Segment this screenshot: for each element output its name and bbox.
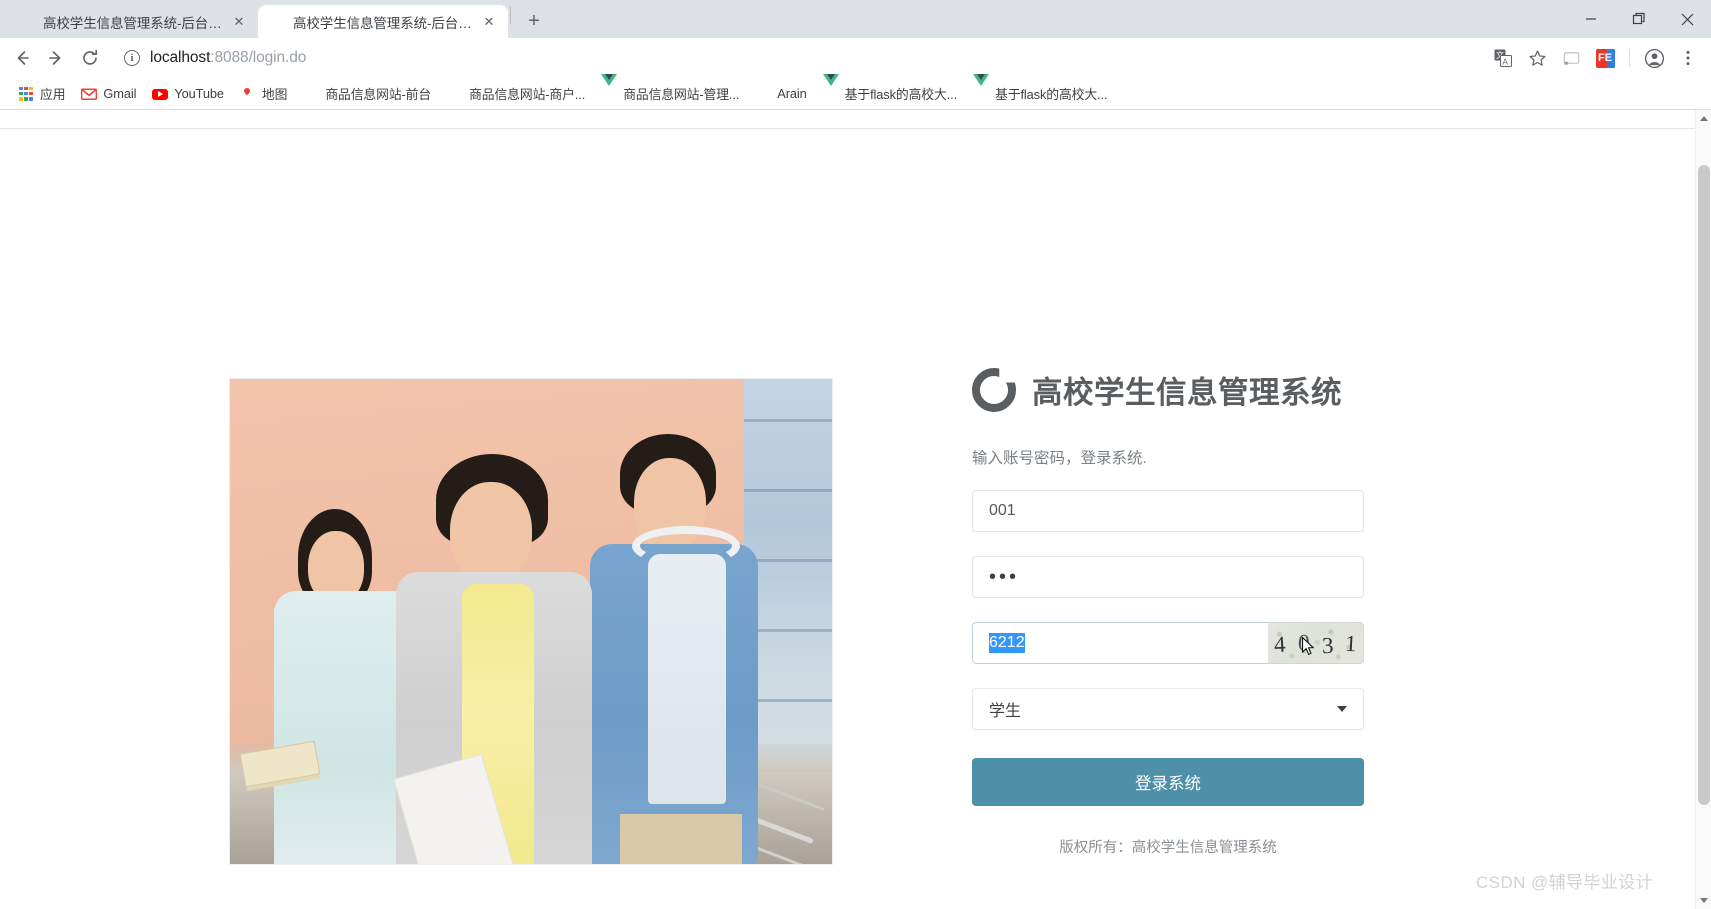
- vue-icon: [973, 73, 990, 102]
- role-select-value: 学生: [989, 703, 1022, 720]
- url-host: localhost: [150, 49, 211, 66]
- copyright-text: 版权所有：高校学生信息管理系统: [1059, 840, 1277, 856]
- bookmark-label: 商品信息网站-商户...: [469, 87, 586, 102]
- google-maps-icon: [240, 86, 256, 102]
- bookmark-label: 商品信息网站-前台: [325, 87, 432, 102]
- toolbar-divider: [1629, 49, 1630, 67]
- profile-avatar-icon[interactable]: [1639, 43, 1669, 73]
- bookmark-label: Arain: [777, 86, 807, 101]
- bookmark-label: 应用: [40, 87, 66, 102]
- chevron-down-icon: [1337, 706, 1347, 712]
- page-title: 高校学生信息管理系统: [1032, 376, 1342, 411]
- leaf-icon: [18, 13, 35, 30]
- scrollbar-thumb[interactable]: [1698, 165, 1710, 805]
- hero-photo: [229, 378, 833, 865]
- globe-icon: [447, 86, 463, 102]
- svg-text:A: A: [1503, 58, 1509, 67]
- browser-tab-1[interactable]: 高校学生信息管理系统-后台登录 ✕: [8, 5, 258, 38]
- browser-window: 高校学生信息管理系统-后台登录 ✕ 高校学生信息管理系统-后台登录 ✕ + i …: [0, 0, 1711, 909]
- bookmark-label: 基于flask的高校大...: [844, 87, 958, 102]
- toolbar-actions: 文 A FE: [1488, 43, 1703, 73]
- tab-title: 高校学生信息管理系统-后台登录: [43, 15, 222, 31]
- new-tab-button[interactable]: +: [519, 6, 549, 36]
- menu-kebab-icon[interactable]: [1673, 43, 1703, 73]
- captcha-digit: 3: [1321, 632, 1334, 658]
- bookmark-flask-2[interactable]: 基于flask的高校大...: [965, 73, 1115, 106]
- captcha-digit: 1: [1344, 630, 1358, 656]
- translate-icon[interactable]: 文 A: [1488, 43, 1518, 73]
- login-page: 高校学生信息管理系统 输入账号密码，登录系统. 001 ••• 6212 4 0: [0, 110, 1695, 909]
- browser-toolbar: i localhost:8088/login.do 文 A FE: [0, 38, 1711, 78]
- page-top-divider: [0, 128, 1695, 129]
- login-subtitle: 输入账号密码，登录系统.: [972, 450, 1147, 467]
- tab-close-icon[interactable]: ✕: [230, 13, 248, 31]
- captcha-input[interactable]: 6212: [972, 622, 1268, 664]
- captcha-value: 6212: [989, 633, 1025, 653]
- username-value: 001: [989, 502, 1016, 519]
- maximize-icon[interactable]: [1615, 0, 1663, 38]
- extension-badge-label: FE: [1597, 52, 1613, 64]
- globe-icon: [755, 86, 771, 102]
- youtube-icon: [152, 86, 169, 102]
- bookmark-gmail[interactable]: Gmail: [73, 83, 144, 105]
- url-text: localhost:8088/login.do: [150, 49, 306, 67]
- mouse-cursor-icon: [1302, 637, 1314, 656]
- scrollbar-down-arrow-icon[interactable]: [1700, 898, 1708, 903]
- username-input[interactable]: 001: [972, 490, 1364, 532]
- bookmark-shop-admin[interactable]: 商品信息网站-管理...: [593, 73, 747, 106]
- gmail-icon: [81, 86, 98, 102]
- vue-icon: [601, 73, 618, 102]
- url-path: :8088/login.do: [210, 49, 307, 66]
- page-scrollbar[interactable]: [1695, 110, 1711, 909]
- bookmark-youtube[interactable]: YouTube: [144, 83, 232, 105]
- bookmark-label: 商品信息网站-管理...: [623, 87, 740, 102]
- tab-title: 高校学生信息管理系统-后台登录: [293, 15, 472, 31]
- back-arrow-icon[interactable]: [6, 42, 38, 74]
- cast-icon[interactable]: [1556, 43, 1586, 73]
- vue-icon: [822, 73, 839, 102]
- scrollbar-up-arrow-icon[interactable]: [1700, 116, 1708, 121]
- captcha-image[interactable]: 4 0 3 1: [1268, 622, 1364, 664]
- bookmark-shop-front[interactable]: 商品信息网站-前台: [295, 81, 439, 106]
- bookmarks-bar: 应用 Gmail YouTube 地图 商品信息网站-前台 商品信息网站-商户.…: [0, 73, 1711, 110]
- window-controls: [1567, 0, 1711, 38]
- site-info-icon[interactable]: i: [124, 50, 140, 66]
- circular-arc-logo-icon: [972, 368, 1016, 412]
- tab-strip: 高校学生信息管理系统-后台登录 ✕ 高校学生信息管理系统-后台登录 ✕ +: [0, 0, 1711, 38]
- login-button[interactable]: 登录系统: [972, 758, 1364, 806]
- tab-close-icon[interactable]: ✕: [480, 13, 498, 31]
- brand-header: 高校学生信息管理系统: [972, 368, 1364, 412]
- page-viewport: 高校学生信息管理系统 输入账号密码，登录系统. 001 ••• 6212 4 0: [0, 110, 1711, 909]
- bookmark-arain[interactable]: Arain: [747, 83, 814, 105]
- password-value: •••: [989, 566, 1020, 588]
- tab-divider: [510, 6, 511, 24]
- bookmark-label: Gmail: [103, 86, 137, 101]
- captcha-digit: 4: [1273, 631, 1287, 657]
- captcha-row: 6212 4 0 3 1: [972, 622, 1364, 664]
- bookmark-flask-1[interactable]: 基于flask的高校大...: [815, 73, 965, 106]
- bookmark-shop-merchant[interactable]: 商品信息网站-商户...: [439, 81, 593, 106]
- address-bar[interactable]: i localhost:8088/login.do: [116, 44, 1486, 72]
- apps-grid-icon: [18, 86, 34, 102]
- globe-icon: [303, 86, 319, 102]
- bookmark-maps[interactable]: 地图: [232, 81, 295, 106]
- bookmark-label: 基于flask的高校大...: [995, 87, 1108, 102]
- browser-tab-2[interactable]: 高校学生信息管理系统-后台登录 ✕: [258, 5, 508, 38]
- role-select[interactable]: 学生: [972, 688, 1364, 730]
- watermark: CSDN @辅导毕业设计: [1476, 873, 1653, 892]
- bookmark-star-icon[interactable]: [1522, 43, 1552, 73]
- forward-arrow-icon[interactable]: [40, 42, 72, 74]
- bookmark-label: YouTube: [174, 86, 224, 101]
- login-panel: 高校学生信息管理系统 输入账号密码，登录系统. 001 ••• 6212 4 0: [972, 368, 1364, 857]
- bookmark-apps[interactable]: 应用: [10, 81, 73, 106]
- leaf-icon: [268, 13, 285, 30]
- bookmark-label: 地图: [261, 87, 288, 102]
- reload-icon[interactable]: [74, 42, 106, 74]
- password-input[interactable]: •••: [972, 556, 1364, 598]
- extension-fe-icon[interactable]: FE: [1590, 43, 1620, 73]
- close-icon[interactable]: [1663, 0, 1711, 38]
- minimize-icon[interactable]: [1567, 0, 1615, 38]
